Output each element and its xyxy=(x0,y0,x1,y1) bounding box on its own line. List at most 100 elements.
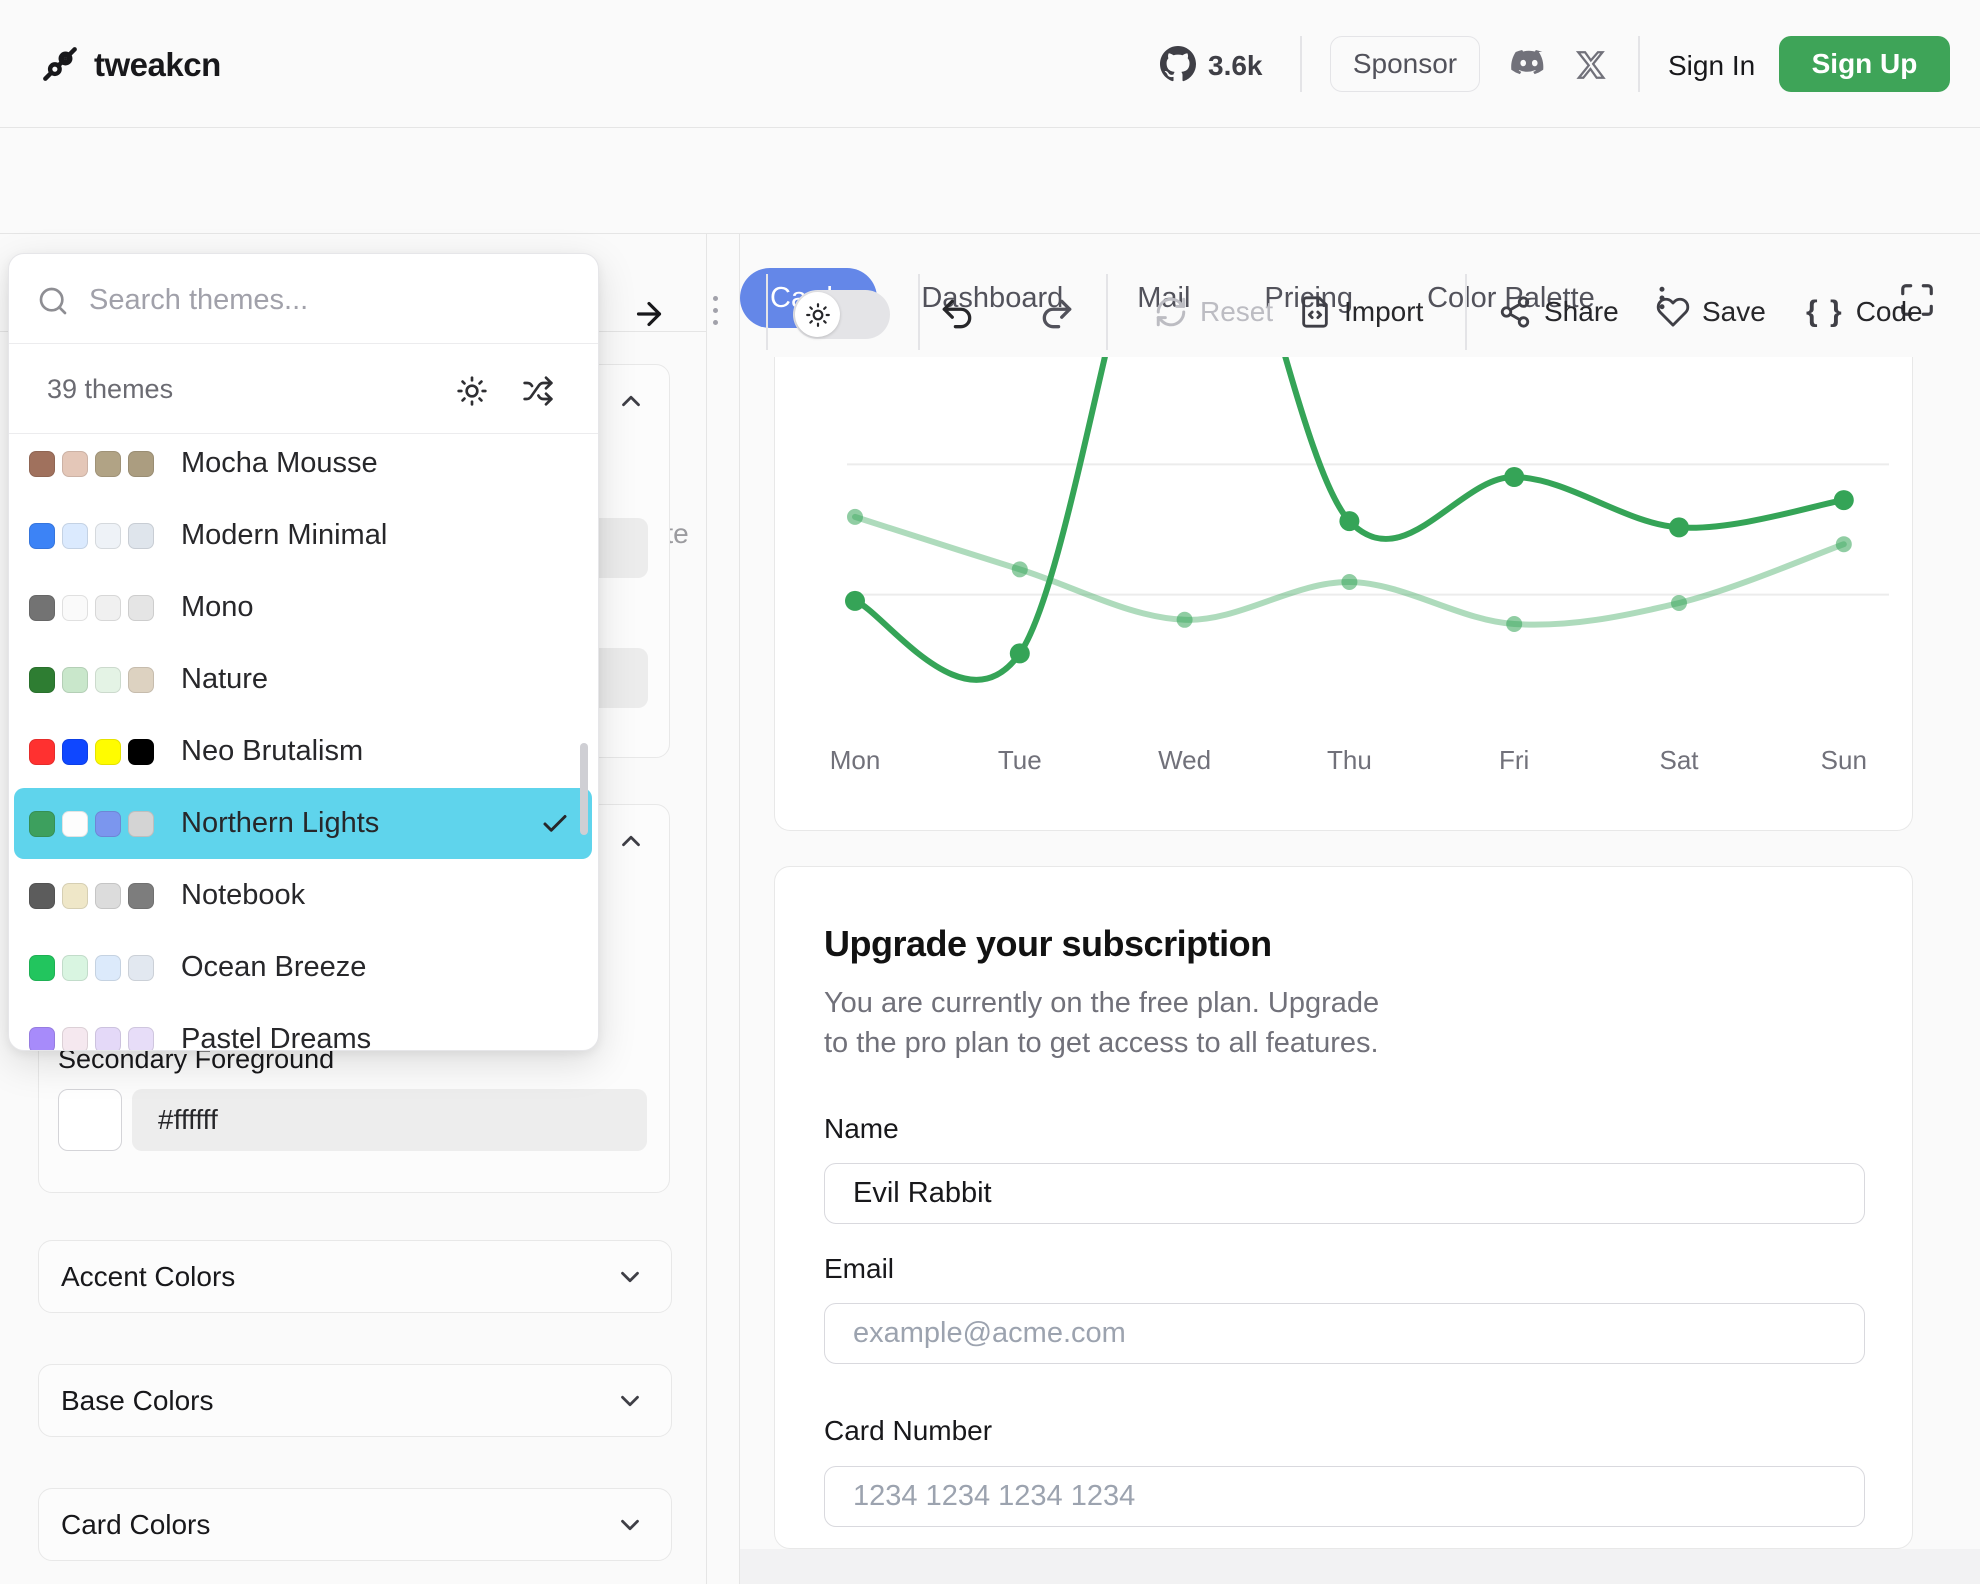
theme-option-label: Neo Brutalism xyxy=(181,735,363,768)
theme-option-modern-minimal[interactable]: Modern Minimal xyxy=(14,500,592,571)
theme-color-swatch xyxy=(29,667,55,693)
name-field[interactable]: Evil Rabbit xyxy=(824,1163,1865,1224)
theme-color-swatch xyxy=(29,595,55,621)
theme-color-swatch xyxy=(128,1027,154,1052)
sponsor-button[interactable]: Sponsor xyxy=(1330,36,1480,92)
share-label: Share xyxy=(1544,296,1619,328)
toolbar-divider xyxy=(766,274,768,350)
header-divider xyxy=(1300,36,1302,92)
theme-color-swatch xyxy=(128,955,154,981)
x-axis-label: Wed xyxy=(1140,745,1230,776)
theme-color-swatch xyxy=(62,667,88,693)
chevron-up-icon[interactable] xyxy=(616,826,646,856)
upgrade-card-description: to the pro plan to get access to all fea… xyxy=(824,1027,1379,1060)
theme-color-swatch xyxy=(95,739,121,765)
x-axis-label: Tue xyxy=(975,745,1065,776)
light-dark-mode-toggle[interactable] xyxy=(793,290,890,339)
reset-label: Reset xyxy=(1200,296,1273,328)
theme-color-swatch xyxy=(128,667,154,693)
import-button[interactable]: Import xyxy=(1298,295,1423,329)
toolbar-divider xyxy=(918,274,920,350)
undo-icon[interactable] xyxy=(938,295,976,333)
theme-option-label: Mono xyxy=(181,591,254,624)
theme-color-swatch xyxy=(95,523,121,549)
dropdown-divider xyxy=(9,343,599,344)
theme-color-swatch xyxy=(128,451,154,477)
save-button[interactable]: Save xyxy=(1656,295,1766,329)
tweakcn-logo-icon xyxy=(38,42,82,86)
share-icon xyxy=(1498,295,1532,329)
theme-count-label: 39 themes xyxy=(47,374,173,405)
theme-option-pastel-dreams[interactable]: Pastel Dreams xyxy=(14,1004,592,1051)
theme-option-mono[interactable]: Mono xyxy=(14,572,592,643)
theme-color-swatch xyxy=(62,811,88,837)
theme-color-swatch xyxy=(95,1027,121,1052)
random-theme-shuffle-icon[interactable] xyxy=(522,375,554,407)
accent-colors-section[interactable]: Accent Colors xyxy=(38,1240,672,1313)
secondary-foreground-color-swatch[interactable] xyxy=(58,1089,122,1151)
light-mode-filter-icon[interactable] xyxy=(456,375,488,407)
theme-color-swatch xyxy=(128,595,154,621)
x-axis-label: Mon xyxy=(810,745,900,776)
app-header: tweakcn 3.6k Sponsor Sign In Sign Up xyxy=(0,0,1980,128)
share-button[interactable]: Share xyxy=(1498,295,1619,329)
theme-color-swatch xyxy=(128,883,154,909)
card-colors-section[interactable]: Card Colors xyxy=(38,1488,672,1561)
x-axis-label: Thu xyxy=(1304,745,1394,776)
sign-up-button[interactable]: Sign Up xyxy=(1779,36,1950,92)
name-label: Name xyxy=(824,1113,899,1145)
theme-color-swatch xyxy=(29,883,55,909)
theme-color-swatch xyxy=(29,739,55,765)
toolbar-divider xyxy=(1106,274,1108,350)
theme-color-swatch xyxy=(128,523,154,549)
reset-button[interactable]: Reset xyxy=(1154,295,1273,329)
github-icon[interactable] xyxy=(1160,46,1196,82)
chevron-up-icon[interactable] xyxy=(616,386,646,416)
theme-option-nature[interactable]: Nature xyxy=(14,644,592,715)
search-icon xyxy=(37,285,69,317)
brand-name[interactable]: tweakcn xyxy=(94,46,221,84)
base-colors-section[interactable]: Base Colors xyxy=(38,1364,672,1437)
card-number-field[interactable]: 1234 1234 1234 1234 xyxy=(824,1466,1865,1527)
code-button[interactable]: { } Code xyxy=(1806,295,1923,329)
discord-icon[interactable] xyxy=(1508,48,1550,82)
x-axis-label: Sun xyxy=(1799,745,1889,776)
panel-resize-handle[interactable] xyxy=(707,296,723,325)
theme-color-swatch xyxy=(29,523,55,549)
card-colors-label: Card Colors xyxy=(61,1509,210,1541)
import-label: Import xyxy=(1344,296,1423,328)
scrollbar-thumb[interactable] xyxy=(580,743,588,835)
theme-color-swatch xyxy=(29,451,55,477)
sign-in-link[interactable]: Sign In xyxy=(1668,50,1755,82)
theme-option-neo-brutalism[interactable]: Neo Brutalism xyxy=(14,716,592,787)
sun-icon xyxy=(795,292,840,337)
theme-option-label: Modern Minimal xyxy=(181,519,387,552)
x-twitter-icon[interactable] xyxy=(1574,48,1608,82)
theme-option-label: Pastel Dreams xyxy=(181,1023,371,1051)
chart-card: MonTueWedThuFriSatSun xyxy=(774,357,1913,831)
search-themes-input[interactable]: Search themes... xyxy=(89,284,308,317)
theme-color-swatch xyxy=(62,523,88,549)
redo-icon[interactable] xyxy=(1038,295,1076,333)
upgrade-subscription-card: Upgrade your subscription You are curren… xyxy=(774,866,1913,1549)
theme-color-swatch xyxy=(95,595,121,621)
theme-color-swatch xyxy=(62,595,88,621)
theme-option-notebook[interactable]: Notebook xyxy=(14,860,592,931)
theme-color-swatch xyxy=(62,739,88,765)
next-theme-arrow-icon[interactable] xyxy=(631,296,667,332)
theme-option-northern-lights[interactable]: Northern Lights xyxy=(14,788,592,859)
theme-color-swatch xyxy=(95,955,121,981)
theme-color-swatch xyxy=(95,667,121,693)
theme-color-swatch xyxy=(95,451,121,477)
theme-option-label: Notebook xyxy=(181,879,305,912)
upgrade-card-description: You are currently on the free plan. Upgr… xyxy=(824,987,1379,1020)
github-star-count: 3.6k xyxy=(1208,50,1263,82)
braces-icon: { } xyxy=(1806,295,1844,329)
chevron-down-icon xyxy=(615,1386,645,1416)
theme-picker-dropdown: Search themes... 39 themes Mocha Mousse M… xyxy=(8,253,599,1051)
theme-option-ocean-breeze[interactable]: Ocean Breeze xyxy=(14,932,592,1003)
email-field[interactable]: example@acme.com xyxy=(824,1303,1865,1364)
theme-option-mocha-mousse[interactable]: Mocha Mousse xyxy=(14,428,592,499)
secondary-foreground-hex-input[interactable]: #ffffff xyxy=(132,1089,647,1151)
theme-option-label: Ocean Breeze xyxy=(181,951,366,984)
